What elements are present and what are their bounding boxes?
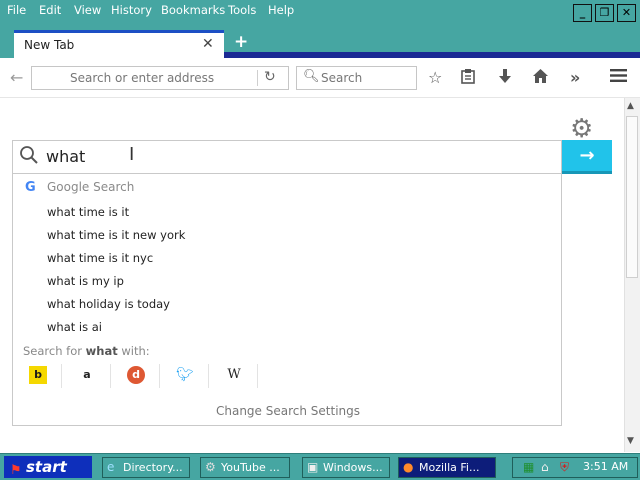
firefox-icon: ●	[403, 460, 414, 474]
windows-flag-icon: ⚑	[10, 463, 22, 478]
bookmark-star-icon[interactable]: ☆	[428, 68, 442, 87]
network-icon[interactable]: ▦	[523, 460, 534, 474]
engine-divider	[257, 364, 258, 388]
clock: 3:51 AM	[583, 460, 629, 473]
download-icon[interactable]	[497, 68, 513, 88]
taskbar: ⚑ start e Directory... ⚙ YouTube ... ▣ W…	[0, 453, 640, 480]
url-input[interactable]: Search or enter address	[70, 71, 214, 85]
minimize-button[interactable]: _	[573, 4, 592, 22]
close-window-button[interactable]: ✕	[617, 4, 636, 22]
window-icon: ▣	[307, 460, 319, 474]
reload-icon[interactable]: ↻	[264, 69, 276, 85]
engine-header: G Google Search	[25, 180, 134, 195]
toolbar-search-input[interactable]: Search	[321, 71, 362, 85]
url-bar[interactable]: Search or enter address ↻	[31, 66, 289, 90]
suggestion-item[interactable]: what is ai	[47, 320, 102, 334]
search-for-label: Search for what with:	[23, 344, 150, 358]
home-icon[interactable]	[532, 68, 549, 88]
suggestion-item[interactable]: what time is it	[47, 205, 129, 219]
change-search-settings-button[interactable]: Change Search Settings	[13, 404, 563, 418]
back-arrow-icon[interactable]: ←	[10, 68, 23, 87]
security-shield-icon[interactable]: ⛨	[560, 460, 569, 475]
scroll-up-arrow-icon[interactable]: ▲	[627, 101, 634, 111]
hamburger-menu-icon[interactable]	[610, 68, 627, 87]
program-icon: ⚙	[205, 460, 216, 474]
tab-title: New Tab	[24, 38, 75, 52]
scrollbar-thumb[interactable]	[626, 116, 638, 278]
overflow-chevron-icon[interactable]: »	[570, 68, 580, 87]
toolbar-search-box[interactable]: 🔍︎ Search	[296, 66, 417, 90]
toolbar-divider	[0, 97, 640, 98]
tray-app-icon[interactable]: ⌂	[541, 460, 549, 474]
internet-explorer-icon: e	[107, 460, 115, 474]
suggestion-item[interactable]: what is my ip	[47, 274, 124, 288]
search-go-button[interactable]: →	[562, 140, 612, 174]
tab-new-tab[interactable]: New Tab ✕	[14, 30, 224, 58]
menu-bookmarks[interactable]: Bookmarks	[161, 3, 225, 17]
wikipedia-icon[interactable]: W	[225, 366, 243, 384]
task-label: Directory...	[123, 461, 183, 474]
search-for-prefix: Search for	[23, 344, 82, 358]
clipboard-icon[interactable]	[460, 68, 476, 88]
url-bar-divider	[257, 70, 258, 86]
menu-history[interactable]: History	[111, 3, 152, 17]
restore-button[interactable]: ❐	[595, 4, 614, 22]
engine-name: Google Search	[47, 180, 135, 194]
amazon-icon[interactable]: a	[78, 366, 96, 384]
start-label: start	[26, 458, 67, 476]
menu-tools[interactable]: Tools	[228, 3, 256, 17]
twitter-icon[interactable]: 🐦︎	[176, 366, 194, 384]
tab-close-icon[interactable]: ✕	[202, 36, 214, 52]
text-cursor-icon: I	[129, 144, 135, 165]
task-label: Mozilla Fi...	[419, 461, 480, 474]
suggestion-item[interactable]: what time is it new york	[47, 228, 185, 242]
menu-view[interactable]: View	[74, 3, 101, 17]
taskbar-item-youtube[interactable]: ⚙ YouTube ...	[200, 457, 290, 478]
navigation-bar: ← Search or enter address ↻ 🔍︎ Search ☆ …	[0, 58, 640, 98]
new-tab-button[interactable]: +	[234, 32, 248, 52]
taskbar-item-firefox[interactable]: ● Mozilla Fi...	[398, 457, 496, 478]
page-search-box[interactable]: what I	[12, 140, 562, 174]
google-logo-icon: G	[25, 180, 36, 195]
search-icon: 🔍︎	[303, 69, 320, 84]
system-tray: ▦ ⌂ ⛨ 3:51 AM	[512, 457, 638, 478]
engine-divider	[159, 364, 160, 388]
menu-edit[interactable]: Edit	[39, 3, 61, 17]
scroll-down-arrow-icon[interactable]: ▼	[627, 436, 634, 446]
duckduckgo-icon[interactable]: d	[127, 366, 145, 384]
search-for-term: what	[85, 344, 118, 358]
search-for-suffix: with:	[121, 344, 150, 358]
bing-icon[interactable]: b	[29, 366, 47, 384]
engine-divider	[208, 364, 209, 388]
suggestion-item[interactable]: what holiday is today	[47, 297, 170, 311]
task-label: Windows...	[323, 461, 383, 474]
taskbar-item-directory[interactable]: e Directory...	[102, 457, 190, 478]
search-suggestions-dropdown: G Google Search what time is it what tim…	[12, 174, 562, 426]
suggestion-item[interactable]: what time is it nyc	[47, 251, 153, 265]
task-label: YouTube ...	[221, 461, 280, 474]
menu-help[interactable]: Help	[268, 3, 294, 17]
taskbar-item-windows[interactable]: ▣ Windows...	[302, 457, 390, 478]
engine-divider	[110, 364, 111, 388]
engine-divider	[61, 364, 62, 388]
start-button[interactable]: ⚑ start	[4, 456, 92, 478]
menu-file[interactable]: File	[7, 3, 26, 17]
search-icon	[19, 145, 39, 170]
menu-bar: File Edit View History Bookmarks Tools H…	[0, 0, 640, 22]
page-search-input[interactable]: what	[46, 147, 85, 166]
